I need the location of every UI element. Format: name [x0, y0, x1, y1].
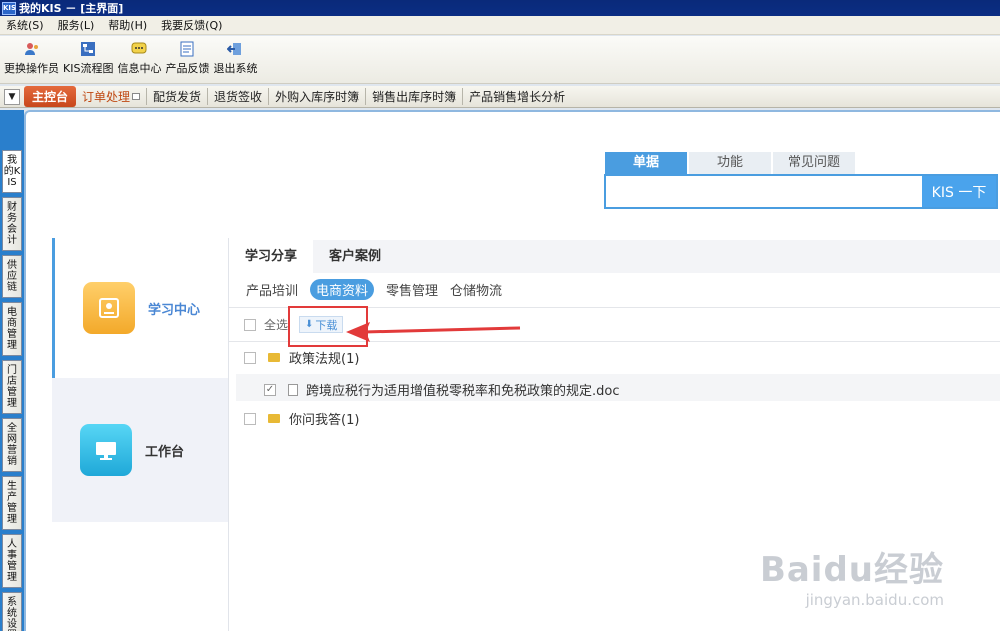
tab-learning-share[interactable]: 学习分享: [229, 240, 314, 273]
window-title: 我的KIS － [主界面]: [19, 2, 124, 15]
nav-finance[interactable]: 财务会计: [2, 197, 22, 251]
flowchart-icon: [79, 40, 97, 57]
title-bar: KIS 我的KIS － [主界面]: [0, 0, 1000, 16]
study-center-card[interactable]: 学习中心: [52, 238, 228, 378]
tab-strip: ▼ 主控台 订单处理 配货发货 退货签收 外购入库序时簿 销售出库序时簿 产品销…: [0, 86, 1000, 108]
search-tabs: 单据 功能 常见问题: [605, 152, 857, 174]
nav-store[interactable]: 门店管理: [2, 360, 22, 414]
tab-purchase-inbound[interactable]: 外购入库序时簿: [268, 88, 365, 105]
folder-checkbox[interactable]: [244, 412, 256, 425]
menu-service[interactable]: 服务(L): [58, 17, 95, 33]
select-all-checkbox[interactable]: [244, 318, 256, 331]
nav-settings[interactable]: 系统设置: [2, 592, 22, 631]
kis-flowchart-button[interactable]: KIS流程图: [63, 36, 113, 83]
tab-functions[interactable]: 功能: [689, 152, 771, 174]
main-panel: 单据 功能 常见问题 KIS 一下 学习中心 工作台 学习分享 客户案例 产品培…: [24, 110, 1000, 631]
feedback-icon: [178, 40, 196, 57]
close-tab-icon[interactable]: [132, 93, 141, 100]
menu-help[interactable]: 帮助(H): [108, 17, 147, 33]
nav-hr[interactable]: 人事管理: [2, 534, 22, 588]
tab-dropdown-chevron-down-icon[interactable]: ▼: [4, 88, 20, 105]
tab-main-console[interactable]: 主控台: [24, 86, 77, 107]
left-module-nav: 我的KIS 财务会计 供应链 电商管理 门店管理 全网营销 生产管理 人事管理 …: [0, 110, 24, 631]
exit-system-button[interactable]: 退出系统: [213, 36, 257, 83]
side-cards: 学习中心 工作台: [52, 238, 228, 522]
nav-production[interactable]: 生产管理: [2, 476, 22, 530]
content-tabs: 学习分享 客户案例: [229, 240, 1000, 273]
watermark: Baidu经验 jingyan.baidu.com: [759, 550, 944, 609]
menu-system[interactable]: 系统(S): [6, 17, 44, 33]
study-center-icon: [83, 282, 135, 334]
file-checkbox[interactable]: ✓: [264, 383, 276, 396]
toolbar: 更换操作员 KIS流程图 信息中心 产品反馈 退出系统: [0, 36, 1000, 84]
file-row-content[interactable]: ✓ 跨境应税行为适用增值税零税率和免税政策的规定.doc: [264, 380, 620, 399]
menu-bar: 系统(S) 服务(L) 帮助(H) 我要反馈(Q): [0, 16, 1000, 35]
tab-sales-outbound[interactable]: 销售出库序时簿: [365, 88, 462, 105]
folder-icon: [268, 353, 280, 362]
category-retail[interactable]: 零售管理: [386, 280, 438, 299]
nav-supply-chain[interactable]: 供应链: [2, 255, 22, 298]
tab-documents[interactable]: 单据: [605, 152, 687, 174]
nav-my-kis[interactable]: 我的KIS: [2, 150, 22, 193]
document-icon: [288, 383, 298, 396]
nav-marketing[interactable]: 全网营销: [2, 418, 22, 472]
switch-operator-button[interactable]: 更换操作员: [4, 36, 59, 83]
select-all[interactable]: 全选: [244, 316, 288, 333]
tab-return-receipt[interactable]: 退货签收: [207, 88, 268, 105]
folder-icon: [268, 414, 280, 423]
category-filter: 产品培训 电商资料 零售管理 仓储物流: [246, 278, 514, 300]
category-product-training[interactable]: 产品培训: [246, 280, 298, 299]
tab-faq[interactable]: 常见问题: [773, 152, 855, 174]
folder-checkbox[interactable]: [244, 351, 256, 364]
tab-customer-cases[interactable]: 客户案例: [313, 240, 397, 273]
product-feedback-button[interactable]: 产品反馈: [165, 36, 209, 83]
info-center-button[interactable]: 信息中心: [117, 36, 161, 83]
folder-row-qa[interactable]: 你问我答(1): [244, 409, 359, 428]
category-ecommerce[interactable]: 电商资料: [310, 278, 375, 300]
tab-delivery[interactable]: 配货发货: [146, 88, 207, 105]
folder-row-policy[interactable]: 政策法规(1): [244, 348, 359, 367]
annotation-arrow-icon: [346, 322, 521, 342]
menu-feedback[interactable]: 我要反馈(Q): [161, 17, 222, 33]
user-switch-icon: [23, 40, 41, 57]
workbench-card[interactable]: 工作台: [52, 380, 228, 520]
tab-sales-growth[interactable]: 产品销售增长分析: [462, 88, 571, 105]
workbench-icon: [80, 424, 132, 476]
exit-icon: [226, 40, 244, 57]
kis-logo: KIS: [2, 1, 16, 15]
tab-order-processing[interactable]: 订单处理: [82, 88, 141, 105]
nav-ecommerce[interactable]: 电商管理: [2, 302, 22, 356]
search-button[interactable]: KIS 一下: [922, 176, 996, 207]
category-warehouse[interactable]: 仓储物流: [450, 280, 502, 299]
search-input[interactable]: [606, 176, 922, 207]
chat-icon: [130, 40, 148, 57]
search-box: KIS 一下: [604, 174, 998, 209]
panel-divider: [228, 238, 229, 631]
